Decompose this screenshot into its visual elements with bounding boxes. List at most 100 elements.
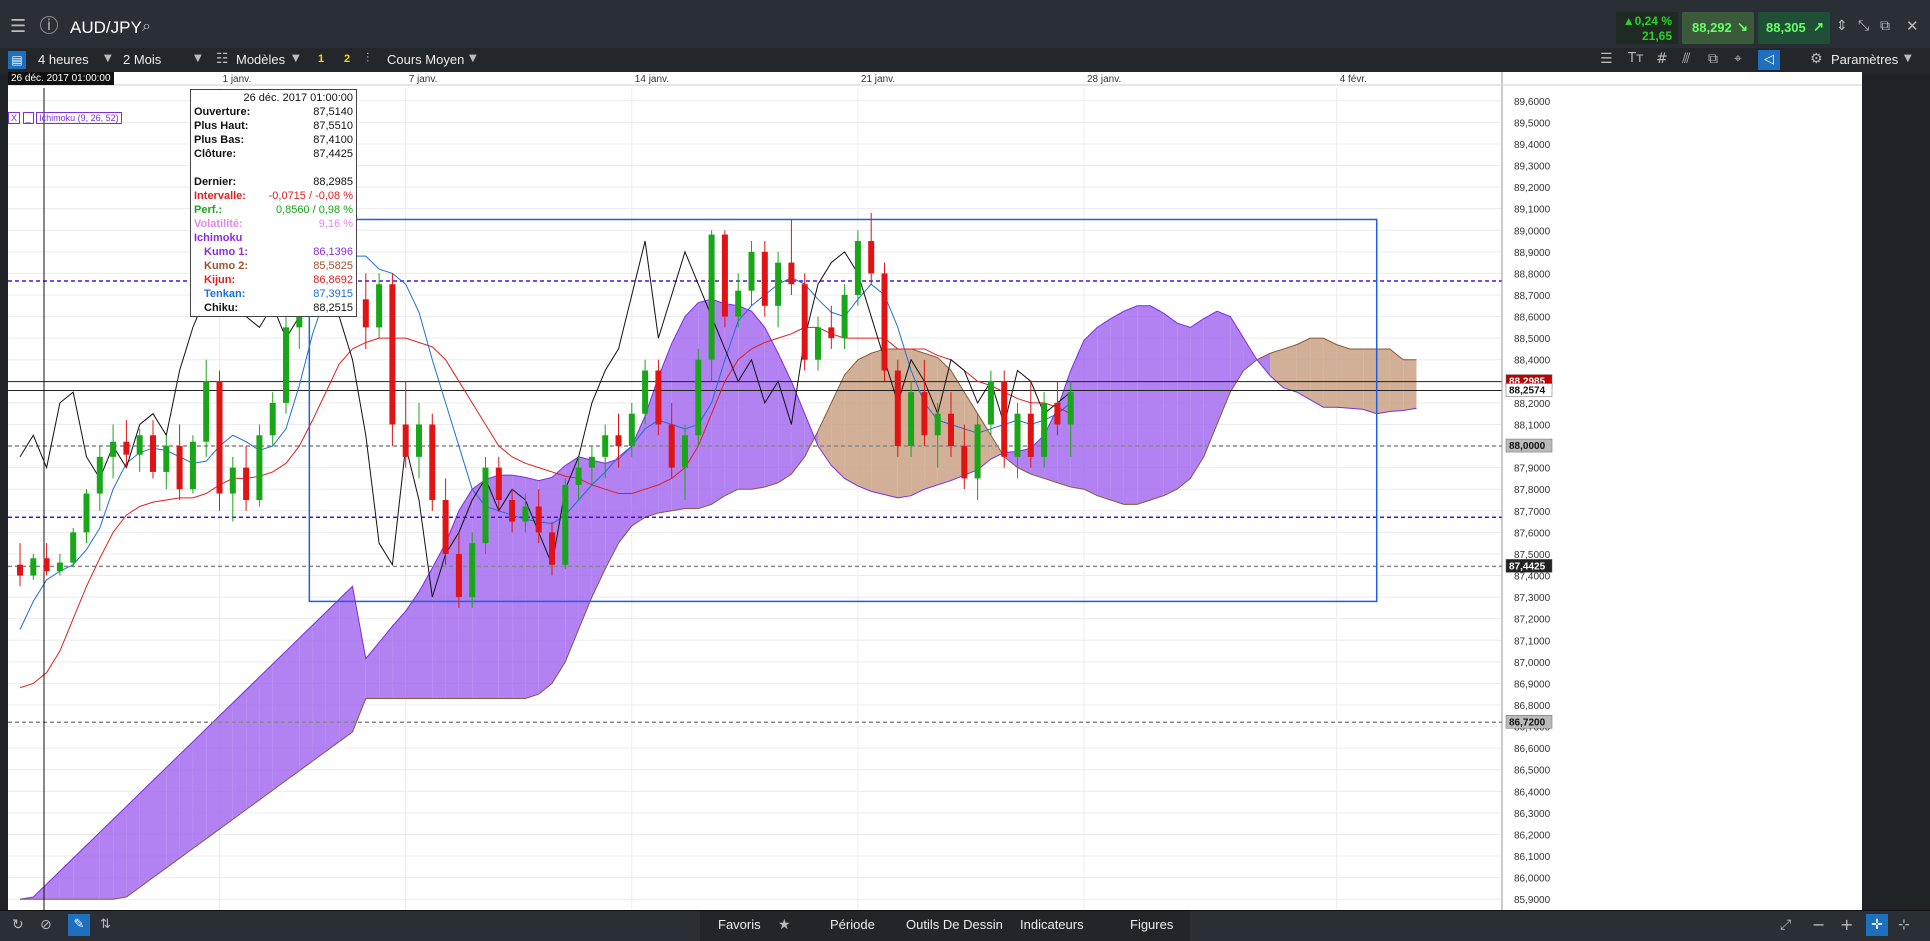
fit-icon[interactable]: ⤢ — [1780, 917, 1791, 933]
tooltip-value: -0,0715 / -0,08 % — [268, 190, 353, 202]
kumo-segment — [751, 311, 765, 490]
settings-button[interactable]: Paramètres — [1831, 52, 1898, 67]
candle-body — [495, 467, 502, 500]
tab-favoris[interactable]: Favoris — [718, 917, 761, 932]
candle-body — [761, 251, 768, 306]
expand-icon[interactable]: ⊹ — [1898, 917, 1910, 933]
tag-1[interactable]: 1 — [318, 53, 324, 65]
candle-body — [735, 290, 742, 317]
candle-body — [1027, 413, 1034, 457]
menu-icon[interactable]: ☰ — [10, 16, 26, 37]
candle-body — [189, 441, 196, 490]
indicator-tag[interactable]: X _ Ichimoku (9, 26, 52) — [8, 112, 122, 124]
tag-icon[interactable]: ◁ — [1758, 50, 1780, 70]
price-type-select[interactable]: Cours Moyen — [387, 52, 464, 67]
candle-body — [815, 327, 821, 360]
grid-icon[interactable]: # — [1656, 51, 1668, 67]
kumo-segment — [1123, 305, 1138, 505]
collapse-icon[interactable]: ⤡ — [1858, 18, 1869, 34]
kumo-segment — [1177, 323, 1191, 490]
candle-body — [56, 562, 63, 572]
list-icon[interactable]: ☰ — [1600, 51, 1613, 67]
tooltip-row: Chiku: 88,2515 — [194, 302, 353, 316]
text-size-icon[interactable]: Tт — [1628, 51, 1644, 66]
candles-icon[interactable]: ⫶ — [366, 51, 369, 66]
candle-body — [1041, 402, 1048, 457]
kumo-segment — [1137, 305, 1151, 505]
popout-icon[interactable]: ⧉ — [1880, 18, 1890, 34]
kumo-segment — [139, 780, 153, 888]
candle-body — [1067, 392, 1074, 425]
templates-icon[interactable]: ☷ — [216, 51, 229, 67]
pencil-icon[interactable]: ✎ — [68, 914, 90, 936]
top-toolbar: ☰ i AUD/JPY ⌕ ▲0,24 % 21,65 88,292 ↘ 88,… — [0, 0, 1930, 74]
tooltip-row: Kijun: 86,8692 — [194, 274, 353, 288]
chevron-down-icon[interactable]: ▼ — [104, 53, 112, 64]
kumo-segment — [1150, 305, 1164, 500]
tooltip-key: Volatilité: — [194, 218, 243, 230]
candle-body — [269, 402, 276, 436]
x-tick-label: 28 janv. — [1087, 74, 1121, 85]
tab-indicateurs[interactable]: Indicateurs — [1020, 917, 1084, 932]
chevron-down-icon[interactable]: ▼ — [1904, 53, 1912, 64]
candle-body — [695, 359, 702, 436]
templates-button[interactable]: Modèles — [236, 52, 285, 67]
minimize-indicator-icon[interactable]: _ — [22, 112, 34, 124]
tooltip-value: 9,16 % — [318, 218, 353, 230]
chart-type-icon[interactable]: ⫻ — [1682, 51, 1690, 67]
refresh-icon[interactable]: ↻ — [12, 917, 24, 933]
tab-periode[interactable]: Période — [830, 917, 875, 932]
remove-indicator-icon[interactable]: X — [8, 112, 21, 124]
layers-icon[interactable]: ⧉ — [1708, 51, 1718, 67]
chevron-down-icon[interactable]: ▼ — [292, 53, 300, 64]
zoom-in-icon[interactable]: + — [1840, 915, 1853, 934]
candle-body — [416, 424, 422, 457]
tooltip-row: Dernier: 88,2985 — [194, 176, 353, 190]
chevron-down-icon[interactable]: ▼ — [469, 53, 477, 64]
candle-body — [70, 532, 77, 563]
info-icon[interactable]: i — [40, 16, 58, 34]
kumo-segment — [153, 767, 167, 878]
tooltip-row: Volatilité: 9,16 % — [194, 218, 353, 232]
candle-body — [575, 467, 582, 485]
kumo-segment — [113, 806, 127, 900]
range-select[interactable]: 2 Mois — [123, 52, 161, 67]
kumo-segment — [764, 327, 779, 488]
x-tick-label: 21 janv. — [861, 74, 895, 85]
y-tick-label: 86,0000 — [1514, 874, 1551, 885]
candle-body — [216, 381, 223, 494]
ask-button[interactable]: 88,305 ↗ — [1758, 12, 1830, 44]
kumo-segment — [259, 664, 273, 800]
kumo-segment — [671, 316, 685, 511]
bid-button[interactable]: 88,292 ↘ — [1682, 12, 1754, 44]
pan-icon[interactable]: ✛ — [1866, 914, 1888, 936]
tab-outils[interactable]: Outils De Dessin — [906, 917, 1003, 932]
arrows-icon[interactable]: ⇅ — [100, 917, 111, 932]
candle-body — [748, 251, 755, 291]
search-icon[interactable]: ⌕ — [142, 16, 151, 36]
close-icon[interactable]: ✕ — [1906, 17, 1919, 35]
gear-icon[interactable]: ⚙ — [1810, 51, 1823, 67]
y-tick-label: 86,1000 — [1514, 852, 1551, 863]
kumo-segment — [857, 353, 872, 492]
kumo-segment — [1097, 318, 1111, 500]
chevron-down-icon[interactable]: ▼ — [194, 53, 202, 64]
tooltip-key: Tenkan: — [204, 288, 246, 300]
tab-figures[interactable]: Figures — [1130, 917, 1173, 932]
tooltip-key: Plus Haut: — [194, 120, 249, 132]
tag-2[interactable]: 2 — [344, 53, 350, 65]
y-tick-label: 85,9000 — [1514, 895, 1551, 906]
kumo-segment — [99, 819, 114, 900]
candle-body — [203, 381, 210, 442]
tooltip-row: Tenkan: 87,3915 — [194, 288, 353, 302]
cancel-icon[interactable]: ⊘ — [40, 917, 52, 933]
chart-list-icon[interactable]: ▤ — [8, 51, 26, 69]
symbol-name[interactable]: AUD/JPY — [70, 18, 142, 38]
zoom-out-icon[interactable]: − — [1812, 915, 1825, 934]
crosshair-icon[interactable]: ⌖ — [1734, 51, 1742, 67]
scroll-icon[interactable]: ⇕ — [1836, 18, 1848, 34]
tooltip-key: Perf.: — [194, 204, 223, 216]
kumo-segment — [299, 625, 313, 771]
star-icon[interactable]: ★ — [778, 917, 791, 933]
interval-select[interactable]: 4 heures — [38, 52, 89, 67]
